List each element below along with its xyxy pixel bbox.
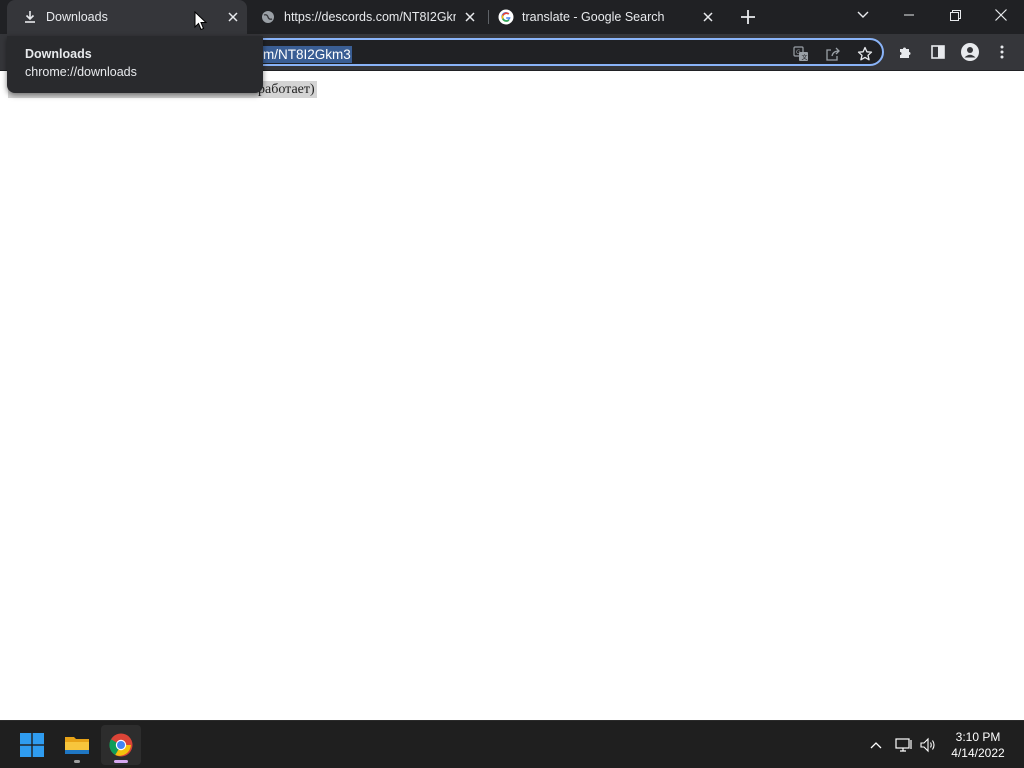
side-panel-icon: [931, 45, 945, 59]
network-icon[interactable]: [894, 735, 914, 755]
translate-icon[interactable]: G 文: [792, 45, 810, 63]
minimize-button[interactable]: [886, 0, 932, 30]
tab-title: https://descords.com/NT8I2Gkm3: [284, 10, 456, 24]
windows-start-icon: [20, 733, 44, 757]
chevron-down-icon: [857, 11, 869, 18]
svg-text:文: 文: [802, 54, 808, 62]
chrome-icon: [109, 733, 133, 757]
tab-strip: Downloads https://descords.com/NT8I2Gkm3: [0, 0, 1024, 34]
bookmark-star-icon[interactable]: [856, 45, 874, 63]
close-tab-icon[interactable]: [462, 9, 478, 25]
mouse-cursor-icon: [194, 11, 208, 31]
tab-separator: [488, 10, 489, 24]
extensions-button[interactable]: [896, 42, 916, 62]
puzzle-icon: [900, 47, 911, 58]
download-icon: [22, 9, 38, 25]
restore-icon: [949, 9, 961, 21]
app-active-indicator: [114, 760, 128, 763]
start-button[interactable]: [12, 725, 52, 765]
tooltip-title: Downloads: [25, 47, 92, 61]
volume-icon[interactable]: [918, 735, 938, 755]
taskbar-chrome[interactable]: [101, 725, 141, 765]
tab-hover-tooltip: Downloads chrome://downloads: [7, 36, 263, 93]
chevron-up-icon: [870, 742, 882, 749]
kebab-menu-icon: [1000, 45, 1004, 59]
close-tab-icon[interactable]: [700, 9, 716, 25]
new-tab-button[interactable]: [736, 5, 760, 29]
restore-button[interactable]: [932, 0, 978, 30]
close-icon: [995, 9, 1007, 21]
url-text[interactable]: m/NT8I2Gkm3: [262, 46, 352, 63]
minimize-icon: [904, 14, 914, 16]
close-tab-icon[interactable]: [225, 9, 241, 25]
page-content: работает): [0, 71, 1024, 720]
tooltip-url: chrome://downloads: [25, 65, 137, 79]
side-panel-button[interactable]: [928, 42, 948, 62]
chrome-window: Downloads https://descords.com/NT8I2Gkm3: [0, 0, 1024, 720]
tab-title: translate - Google Search: [522, 10, 665, 24]
close-window-button[interactable]: [978, 0, 1024, 30]
tab-descords[interactable]: https://descords.com/NT8I2Gkm3: [252, 0, 488, 34]
clock-time: 3:10 PM: [955, 730, 1001, 744]
globe-icon: [260, 9, 276, 25]
tab-title: Downloads: [46, 10, 108, 24]
tab-google-search[interactable]: translate - Google Search: [490, 0, 726, 34]
tab-downloads[interactable]: Downloads: [7, 0, 247, 34]
tab-search-button[interactable]: [840, 0, 886, 30]
google-icon: [498, 9, 514, 25]
taskbar: 3:10 PM 4/14/2022: [0, 720, 1024, 768]
taskbar-file-explorer[interactable]: [57, 725, 97, 765]
avatar-icon: [961, 43, 979, 61]
plus-icon: [741, 10, 755, 24]
page-text: работает): [258, 82, 315, 97]
menu-button[interactable]: [992, 42, 1012, 62]
svg-text:G: G: [796, 49, 801, 56]
show-hidden-icons-button[interactable]: [866, 735, 886, 755]
system-clock[interactable]: 3:10 PM 4/14/2022: [938, 729, 1018, 761]
folder-icon: [65, 737, 89, 754]
clock-date: 4/14/2022: [951, 746, 1005, 760]
profile-button[interactable]: [960, 42, 980, 62]
share-icon[interactable]: [824, 45, 842, 63]
app-running-indicator: [74, 760, 80, 763]
